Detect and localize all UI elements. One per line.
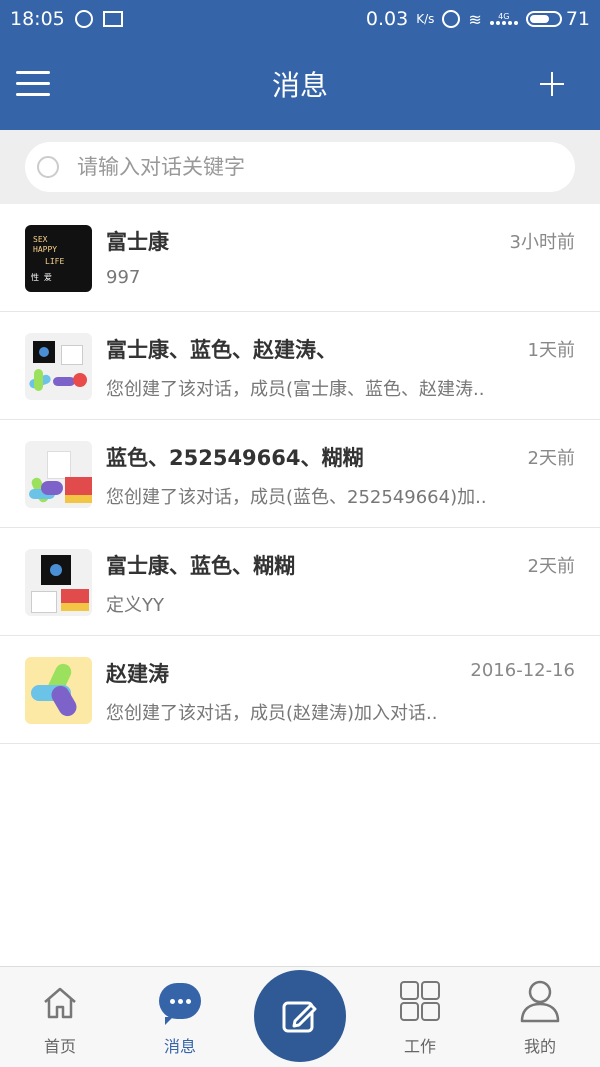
avatar bbox=[25, 657, 92, 724]
avatar bbox=[25, 441, 92, 508]
conversation-preview: 定义YY bbox=[106, 595, 164, 616]
wifi-icon: ≋ bbox=[468, 9, 482, 29]
avatar bbox=[25, 333, 92, 400]
conversation-preview: 您创建了该对话，成员(赵建涛)加入对话.. bbox=[106, 703, 438, 724]
avatar-text: 性 爱 bbox=[31, 273, 52, 282]
conversation-time: 1天前 bbox=[527, 340, 575, 361]
tab-home[interactable]: 首页 bbox=[10, 967, 110, 1067]
conversation-time: 3小时前 bbox=[509, 232, 575, 253]
avatar: SEX HAPPY LIFE 性 爱 bbox=[25, 225, 92, 292]
tab-messages[interactable]: 消息 bbox=[130, 967, 230, 1067]
alarm-icon bbox=[442, 10, 461, 28]
conversation-name: 蓝色、252549664、糊糊 bbox=[106, 446, 364, 470]
conversation-time: 2016-12-16 bbox=[470, 660, 575, 681]
search-input[interactable] bbox=[75, 154, 519, 180]
tab-work-label: 工作 bbox=[403, 1037, 436, 1056]
bottom-navigation: 首页 消息 工作 我的 bbox=[0, 966, 600, 1067]
home-icon bbox=[44, 987, 76, 1019]
conversation-item[interactable]: SEX HAPPY LIFE 性 爱 富士康 3小时前 997 bbox=[0, 204, 600, 312]
chat-bubble-icon bbox=[159, 983, 201, 1025]
network-speed-unit: K/s bbox=[416, 12, 435, 26]
conversation-preview: 997 bbox=[106, 267, 141, 288]
grid-icon bbox=[400, 981, 440, 1021]
avatar-text: LIFE bbox=[45, 257, 65, 266]
conversation-item[interactable]: 蓝色、252549664、糊糊 2天前 您创建了该对话，成员(蓝色、252549… bbox=[0, 420, 600, 528]
page-title: 消息 bbox=[271, 69, 328, 102]
search-bar bbox=[0, 130, 600, 204]
conversation-time: 2天前 bbox=[527, 556, 575, 577]
tab-work[interactable]: 工作 bbox=[370, 967, 470, 1067]
tab-mine[interactable]: 我的 bbox=[490, 967, 590, 1067]
conversation-item[interactable]: 赵建涛 2016-12-16 您创建了该对话，成员(赵建涛)加入对话.. bbox=[0, 636, 600, 744]
status-time: 18:05 bbox=[10, 8, 65, 30]
avatar-text: SEX bbox=[33, 235, 48, 244]
app-notification-icon bbox=[74, 10, 93, 28]
conversation-item[interactable]: 富士康、蓝色、糊糊 2天前 定义YY bbox=[0, 528, 600, 636]
tab-mine-label: 我的 bbox=[523, 1037, 556, 1056]
conversation-name: 赵建涛 bbox=[106, 662, 169, 686]
plus-icon[interactable] bbox=[540, 72, 564, 96]
signal-icon bbox=[489, 21, 518, 25]
conversation-time: 2天前 bbox=[527, 448, 575, 469]
search-box[interactable] bbox=[25, 142, 575, 192]
battery-indicator: 71 bbox=[525, 8, 590, 30]
battery-icon bbox=[525, 11, 562, 27]
app-header: 消息 bbox=[0, 38, 600, 130]
image-notification-icon bbox=[102, 11, 123, 27]
battery-level: 71 bbox=[565, 8, 590, 30]
conversation-preview: 您创建了该对话，成员(蓝色、252549664)加.. bbox=[106, 487, 487, 508]
compose-button[interactable] bbox=[254, 970, 346, 1062]
tab-home-label: 首页 bbox=[43, 1037, 76, 1056]
network-type: 4G bbox=[498, 12, 510, 21]
conversation-item[interactable]: 富士康、蓝色、赵建涛、 1天前 您创建了该对话，成员(富士康、蓝色、赵建涛.. bbox=[0, 312, 600, 420]
network-speed: 0.03 bbox=[365, 8, 409, 30]
conversation-name: 富士康 bbox=[106, 230, 169, 254]
tab-messages-label: 消息 bbox=[163, 1037, 196, 1056]
conversation-name: 富士康、蓝色、赵建涛、 bbox=[106, 338, 337, 362]
conversation-name: 富士康、蓝色、糊糊 bbox=[106, 554, 295, 578]
conversation-list: SEX HAPPY LIFE 性 爱 富士康 3小时前 997 富士康、蓝色、赵… bbox=[0, 204, 600, 966]
user-icon bbox=[520, 980, 560, 1023]
conversation-preview: 您创建了该对话，成员(富士康、蓝色、赵建涛.. bbox=[106, 379, 485, 400]
search-icon bbox=[37, 156, 59, 178]
edit-icon bbox=[282, 1001, 317, 1033]
avatar bbox=[25, 549, 92, 616]
status-bar: 18:05 0.03 K/s ≋ 4G 71 bbox=[0, 0, 600, 38]
avatar-text: HAPPY bbox=[33, 245, 58, 254]
